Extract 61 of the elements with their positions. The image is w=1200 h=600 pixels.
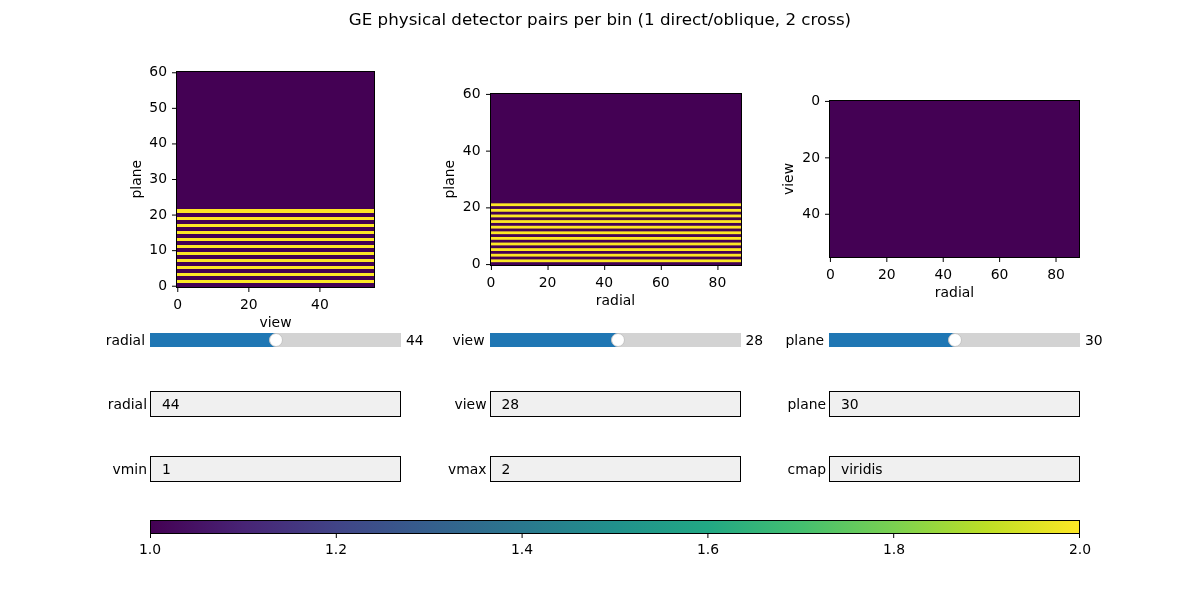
y-tick-label: 30: [149, 170, 167, 186]
x-tick-label: 0: [486, 273, 496, 290]
x-axis-label: radial: [934, 284, 975, 300]
y-tick-label: 60: [149, 63, 167, 80]
y-tick-label: 20: [802, 148, 820, 165]
field-label: view: [454, 396, 487, 412]
x-tick-label: 20: [240, 295, 258, 312]
slider-value: 30: [1085, 333, 1103, 347]
field-label: radial: [107, 396, 147, 412]
y-tick-label: 0: [158, 276, 167, 293]
text-field[interactable]: 28: [489, 391, 741, 417]
x-tick-label: 60: [651, 273, 670, 290]
y-axis-label: plane: [440, 159, 457, 199]
x-tick-label: 40: [595, 273, 613, 290]
text-field[interactable]: 2: [489, 456, 741, 482]
y-tick-label: 0: [471, 255, 481, 272]
field-label: plane: [787, 396, 826, 412]
y-tick-label: 20: [149, 205, 167, 222]
figure-title: GE physical detector pairs per bin (1 direct/oblique, 2 cross): [348, 9, 852, 29]
x-tick-label: 80: [1047, 266, 1065, 282]
slider-label: plane: [785, 333, 824, 347]
slider-value: 44: [406, 333, 424, 347]
field-label: cmap: [787, 461, 826, 477]
slider-label: radial: [105, 333, 145, 347]
text-field[interactable]: 1: [150, 456, 401, 482]
x-axis-label: radial: [595, 291, 636, 308]
y-tick-label: 0: [811, 92, 820, 109]
slider-label: view: [452, 333, 485, 347]
slider-track[interactable]: [829, 333, 1080, 347]
y-tick-label: 20: [462, 198, 481, 215]
y-tick-label: 40: [802, 205, 820, 222]
y-axis-label: plane: [128, 159, 144, 199]
text-field[interactable]: 44: [150, 391, 401, 417]
colorbar-tick-label: 1.6: [696, 541, 720, 557]
x-tick-label: 0: [173, 295, 183, 312]
y-tick-label: 40: [149, 134, 167, 151]
colorbar-tick-label: 1.4: [510, 541, 534, 557]
colorbar-tick-label: 2.0: [1068, 541, 1092, 557]
x-axis-label: view: [259, 313, 292, 330]
slider-track[interactable]: [150, 333, 401, 347]
field-label: vmin: [112, 461, 147, 477]
x-tick-label: 40: [311, 295, 329, 312]
colorbar-tick-label: 1.8: [882, 541, 906, 557]
text-field[interactable]: viridis: [829, 456, 1080, 482]
field-label: vmax: [448, 461, 487, 477]
y-axis-label: view: [780, 163, 796, 195]
text-field[interactable]: 30: [829, 391, 1080, 417]
x-tick-label: 40: [934, 266, 953, 282]
slider-track[interactable]: [489, 333, 741, 347]
y-tick-label: 10: [149, 241, 167, 258]
x-tick-label: 80: [708, 273, 727, 290]
slider-value: 28: [745, 333, 764, 347]
y-tick-label: 50: [149, 98, 167, 115]
x-tick-label: 20: [538, 273, 557, 290]
y-tick-label: 60: [462, 84, 481, 101]
y-tick-label: 40: [462, 141, 481, 158]
colorbar-tick-label: 1.0: [138, 541, 162, 557]
x-tick-label: 60: [990, 266, 1009, 282]
colorbar-tick-label: 1.2: [324, 541, 348, 557]
x-tick-label: 20: [877, 266, 896, 282]
x-tick-label: 0: [826, 266, 835, 282]
